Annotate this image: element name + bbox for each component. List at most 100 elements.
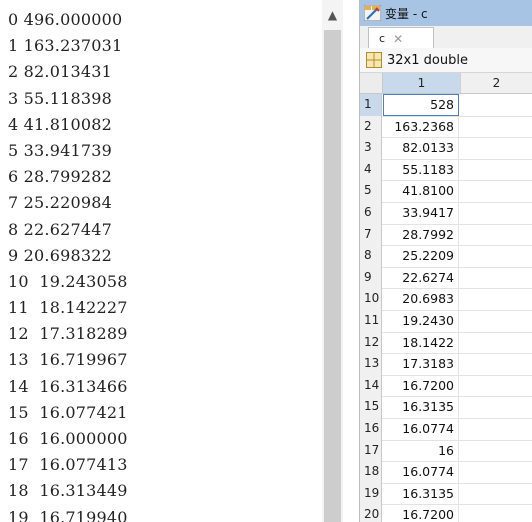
row-header[interactable]: 15 xyxy=(360,396,382,418)
console-line: 18 16.313449 xyxy=(8,481,128,501)
table-row: 14 16.7200 xyxy=(360,374,532,398)
table-cell-empty[interactable] xyxy=(460,396,532,418)
table-row: 1 528 xyxy=(360,94,532,117)
table-cell[interactable]: 163.2368 xyxy=(383,115,459,138)
table-cell-empty[interactable] xyxy=(460,224,532,246)
table-cell[interactable]: 19.2430 xyxy=(383,310,459,332)
close-icon[interactable]: ✕ xyxy=(393,32,403,46)
table-row: 15 16.3135 xyxy=(360,396,532,419)
row-header[interactable]: 5 xyxy=(360,180,382,202)
scroll-up-arrow-icon[interactable]: ▲ xyxy=(322,0,343,30)
row-header[interactable]: 4 xyxy=(360,158,382,181)
console-line: 2 82.013431 xyxy=(8,62,112,82)
table-cell[interactable]: 17.3183 xyxy=(383,353,459,375)
panel-divider xyxy=(343,0,359,522)
table-cell-empty[interactable] xyxy=(460,116,532,138)
tab-label: c xyxy=(379,32,386,45)
table-row: 12 18.1422 xyxy=(360,331,532,355)
table-cell[interactable]: 41.8100 xyxy=(383,180,459,202)
row-header[interactable]: 13 xyxy=(360,353,382,375)
table-cell-empty[interactable] xyxy=(460,353,532,375)
row-header[interactable]: 2 xyxy=(360,115,382,138)
table-row: 9 22.6274 xyxy=(360,266,532,290)
row-header[interactable]: 20 xyxy=(360,504,382,522)
row-header[interactable]: 9 xyxy=(360,266,382,289)
table-cell-empty[interactable] xyxy=(460,202,532,224)
table-cell-empty[interactable] xyxy=(460,310,532,332)
console-output-panel: 0 496.000000 1 163.237031 2 82.013431 3 55.… xyxy=(0,0,322,522)
row-header[interactable]: 18 xyxy=(360,461,382,483)
row-header[interactable]: 11 xyxy=(360,310,382,332)
grid-corner[interactable] xyxy=(360,73,383,93)
tab-c[interactable]: c ✕ xyxy=(368,27,434,49)
scroll-thumb[interactable] xyxy=(324,30,341,522)
table-cell-empty[interactable] xyxy=(460,288,532,310)
table-row: 7 28.7992 xyxy=(360,223,532,247)
column-header-2[interactable]: 2 xyxy=(460,73,532,93)
table-row: 10 20.6983 xyxy=(360,288,532,311)
table-cell[interactable]: 28.7992 xyxy=(383,223,459,246)
table-cell[interactable]: 528 xyxy=(383,94,459,116)
row-header[interactable]: 19 xyxy=(360,482,382,505)
variable-editor-icon xyxy=(363,4,382,22)
table-cell-empty[interactable] xyxy=(460,137,532,159)
table-cell[interactable]: 22.6274 xyxy=(383,266,459,289)
row-header[interactable]: 6 xyxy=(360,202,382,224)
console-line: 13 16.719967 xyxy=(8,350,128,370)
row-header[interactable]: 3 xyxy=(360,137,382,159)
console-line: 1 163.237031 xyxy=(8,36,123,56)
table-cell-empty[interactable] xyxy=(460,375,532,397)
table-cell[interactable]: 20.6983 xyxy=(383,288,459,310)
table-cell[interactable]: 16.7200 xyxy=(383,374,459,397)
table-cell[interactable]: 82.0133 xyxy=(383,137,459,159)
console-line: 12 17.318289 xyxy=(8,324,128,344)
row-header[interactable]: 14 xyxy=(360,374,382,397)
console-line: 16 16.000000 xyxy=(8,429,128,448)
variable-tab-bar: c ✕ xyxy=(360,26,532,49)
table-cell-empty[interactable] xyxy=(460,267,532,289)
table-cell-empty[interactable] xyxy=(460,440,532,462)
scroll-track[interactable] xyxy=(322,30,343,522)
console-line: 14 16.313466 xyxy=(8,376,128,396)
table-cell[interactable]: 16.0774 xyxy=(383,418,459,440)
table-cell[interactable]: 25.2209 xyxy=(383,245,459,267)
table-cell[interactable]: 16.7200 xyxy=(383,504,459,522)
console-line: 6 28.799282 xyxy=(8,167,112,187)
row-header[interactable]: 1 xyxy=(360,94,382,116)
table-cell-empty[interactable] xyxy=(460,483,532,505)
table-row: 18 16.0774 xyxy=(360,461,532,484)
table-row: 5 41.8100 xyxy=(360,180,532,203)
table-cell-empty[interactable] xyxy=(460,159,532,181)
row-header[interactable]: 8 xyxy=(360,245,382,267)
table-cell[interactable]: 16 xyxy=(383,439,459,462)
row-header[interactable]: 10 xyxy=(360,288,382,310)
table-cell[interactable]: 16.0774 xyxy=(383,461,459,483)
table-cell[interactable]: 16.3135 xyxy=(383,396,459,418)
row-header[interactable]: 16 xyxy=(360,418,382,440)
console-scrollbar[interactable]: ▲ xyxy=(322,0,343,522)
table-cell-empty[interactable] xyxy=(460,332,532,354)
column-header-1[interactable]: 1 xyxy=(383,73,461,93)
row-header[interactable]: 17 xyxy=(360,439,382,462)
console-line: 8 22.627447 xyxy=(8,219,112,239)
table-cell-empty[interactable] xyxy=(460,245,532,267)
grid-icon xyxy=(366,52,382,68)
table-cell-empty[interactable] xyxy=(460,180,532,202)
column-header-row: 1 2 xyxy=(360,73,532,94)
console-line: 19 16.719940 xyxy=(8,507,128,522)
table-cell-empty[interactable] xyxy=(460,461,532,483)
variable-editor-titlebar[interactable]: 变量 - c xyxy=(360,0,532,27)
table-cell-empty[interactable] xyxy=(460,418,532,440)
table-cell[interactable]: 55.1183 xyxy=(383,158,459,181)
table-cell[interactable]: 33.9417 xyxy=(383,202,459,224)
table-cell-empty[interactable] xyxy=(460,504,532,522)
row-header[interactable]: 7 xyxy=(360,223,382,246)
table-row: 3 82.0133 xyxy=(360,137,532,160)
table-cell-empty[interactable] xyxy=(460,94,532,116)
table-row: 16 16.0774 xyxy=(360,418,532,441)
table-cell[interactable]: 18.1422 xyxy=(383,331,459,354)
console-line: 5 33.941739 xyxy=(8,140,112,160)
table-cell[interactable]: 16.3135 xyxy=(383,482,459,505)
console-line: 17 16.077413 xyxy=(8,455,128,475)
row-header[interactable]: 12 xyxy=(360,331,382,354)
